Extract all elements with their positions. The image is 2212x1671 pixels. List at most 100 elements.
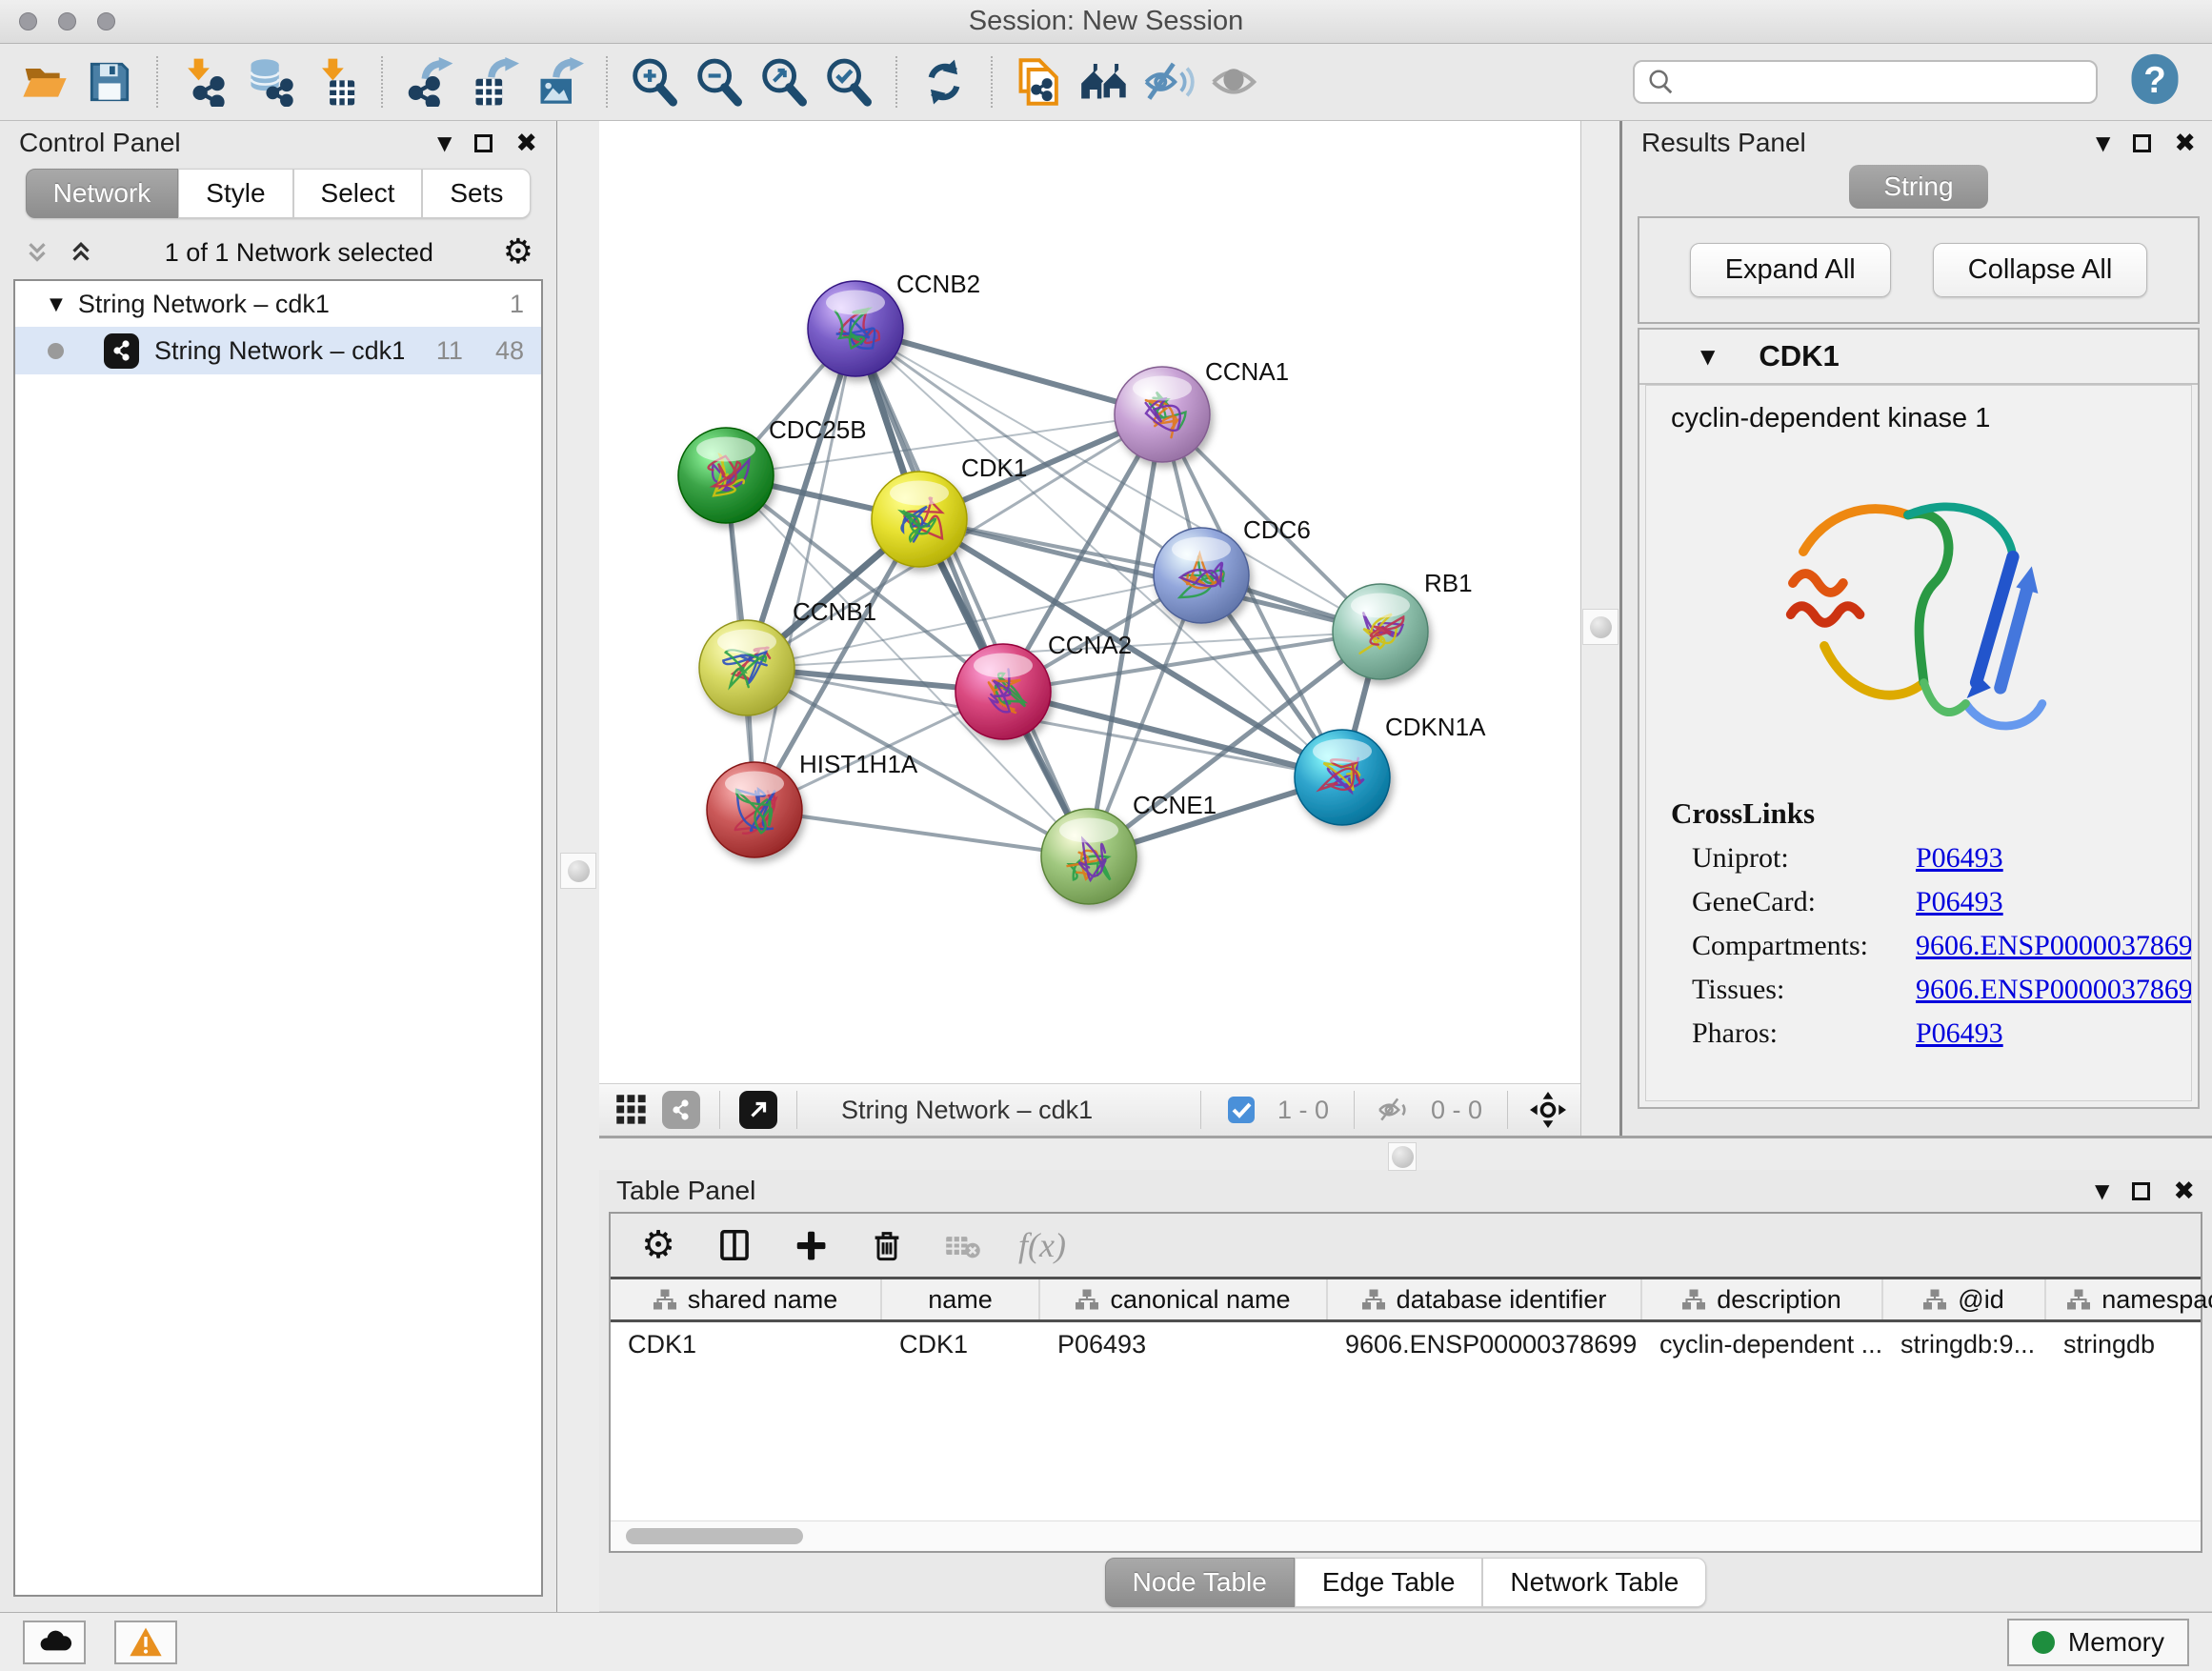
crosslink-link[interactable]: P06493 [1916, 1017, 2003, 1050]
crosslink-link[interactable]: 9606.ENSP00000378699 [1916, 930, 2192, 962]
toolbar-separator [1200, 1091, 1201, 1129]
network-options-gear-icon[interactable]: ⚙ [503, 235, 533, 270]
show-columns-button[interactable] [714, 1224, 755, 1266]
float-panel-button[interactable] [474, 134, 493, 152]
zoom-selected-button[interactable] [819, 52, 878, 111]
delete-column-button[interactable] [866, 1224, 908, 1266]
column-header-database-identifier[interactable]: database identifier [1328, 1279, 1642, 1319]
string-document-button[interactable] [1010, 52, 1069, 111]
close-panel-button[interactable]: ✖ [515, 131, 537, 156]
checkbox-checked-icon [1226, 1095, 1257, 1125]
left-splitter-handle[interactable] [560, 853, 596, 889]
collapse-all-icon[interactable] [23, 238, 51, 267]
tab-sets[interactable]: Sets [422, 169, 531, 218]
cell-shared-name: CDK1 [611, 1322, 882, 1366]
column-header-shared-name[interactable]: shared name [611, 1279, 882, 1319]
show-glass-button[interactable] [1204, 52, 1263, 111]
window-titlebar: Session: New Session [0, 0, 2212, 44]
grid-view-button[interactable] [611, 1089, 653, 1131]
tab-edge-table[interactable]: Edge Table [1295, 1558, 1483, 1607]
delete-table-button[interactable] [942, 1224, 984, 1266]
import-network-from-database-button[interactable] [240, 52, 299, 111]
tab-node-table[interactable]: Node Table [1105, 1558, 1295, 1607]
column-tree-icon [2067, 1288, 2090, 1311]
scrollbar-thumb[interactable] [626, 1528, 803, 1544]
pan-mode-button[interactable] [1527, 1089, 1569, 1131]
tab-network-table[interactable]: Network Table [1482, 1558, 1706, 1607]
memory-button[interactable]: Memory [2007, 1619, 2189, 1666]
help-button[interactable]: ? [2128, 52, 2182, 112]
zoom-out-button[interactable] [690, 52, 749, 111]
string-home-button[interactable] [1075, 52, 1134, 111]
search-input[interactable] [1684, 68, 2084, 97]
toolbar-separator [895, 56, 897, 108]
network-collection-row[interactable]: ▼ String Network – cdk1 1 [15, 281, 541, 327]
node-label-CDC6: CDC6 [1243, 515, 1311, 544]
panel-menu-icon[interactable]: ▼ [437, 131, 452, 154]
left-splitter[interactable] [557, 121, 599, 1612]
collection-expand-icon[interactable]: ▼ [50, 294, 63, 314]
crosslink-link[interactable]: P06493 [1916, 886, 2003, 918]
collapse-all-button[interactable]: Collapse All [1933, 243, 2148, 297]
network-row-selected[interactable]: String Network – cdk1 11 48 [15, 327, 541, 374]
export-table-button[interactable] [465, 52, 524, 111]
refresh-button[interactable] [915, 52, 974, 111]
entry-collapse-icon[interactable]: ▼ [1700, 345, 1715, 368]
warning-status-button[interactable] [114, 1621, 177, 1664]
column-header-id[interactable]: @id [1883, 1279, 2046, 1319]
zoom-window-button[interactable] [97, 12, 115, 30]
close-panel-button[interactable]: ✖ [2173, 1178, 2195, 1204]
node-label-CDKN1A: CDKN1A [1385, 713, 1486, 741]
float-panel-button[interactable] [2133, 134, 2151, 152]
column-header-namespace[interactable]: namespace [2046, 1279, 2212, 1319]
expand-all-button[interactable]: Expand All [1690, 243, 1891, 297]
gene-entry-header[interactable]: ▼ CDK1 [1639, 330, 2198, 385]
horizontal-splitter[interactable] [599, 1136, 2212, 1170]
results-panel-tabs: String [1622, 165, 2212, 209]
close-panel-button[interactable]: ✖ [2174, 131, 2196, 156]
hidden-elements-button[interactable] [1374, 1089, 1416, 1131]
float-panel-button[interactable] [2132, 1182, 2150, 1200]
right-splitter-handle[interactable] [1582, 609, 1619, 645]
network-selection-status: 1 of 1 Network selected [111, 238, 488, 268]
zoom-fit-button[interactable] [754, 52, 814, 111]
save-session-button[interactable] [80, 52, 139, 111]
export-image-button[interactable] [530, 52, 589, 111]
network-canvas[interactable]: CCNB2CCNA1CDC25BCDK1CDC6RB1CCNB1CCNA2CDK… [599, 121, 1580, 1083]
birdseye-view-button[interactable] [739, 1091, 777, 1129]
hide-glass-button[interactable] [1139, 52, 1198, 111]
tab-select[interactable]: Select [293, 169, 423, 218]
toolbar-separator [719, 1091, 720, 1129]
crosslink-link[interactable]: 9606.ENSP00000378699 [1916, 974, 2192, 1006]
zoom-in-button[interactable] [625, 52, 684, 111]
cloud-status-button[interactable] [23, 1621, 86, 1664]
node-label-CCNA2: CCNA2 [1048, 631, 1132, 659]
hidden-node-edge-counts: 0 - 0 [1431, 1096, 1482, 1125]
panel-menu-icon[interactable]: ▼ [2096, 131, 2110, 154]
right-splitter[interactable] [1580, 121, 1622, 1136]
tab-network[interactable]: Network [26, 169, 179, 218]
expand-all-icon[interactable] [67, 238, 95, 267]
horizontal-splitter-handle[interactable] [1388, 1142, 1417, 1171]
column-header-description[interactable]: description [1642, 1279, 1883, 1319]
table-settings-gear-icon[interactable]: ⚙ [637, 1224, 679, 1266]
import-network-from-file-button[interactable] [175, 52, 234, 111]
table-row[interactable]: CDK1 CDK1 P06493 9606.ENSP00000378699 cy… [611, 1322, 2201, 1366]
panel-menu-icon[interactable]: ▼ [2095, 1179, 2109, 1202]
selected-checkbox[interactable] [1220, 1089, 1262, 1131]
crosslink-link[interactable]: P06493 [1916, 842, 2003, 875]
function-builder-button[interactable]: f(x) [1018, 1225, 1066, 1265]
column-header-canonical-name[interactable]: canonical name [1040, 1279, 1328, 1319]
create-column-button[interactable] [790, 1224, 832, 1266]
current-network-dot [48, 343, 64, 359]
tab-style[interactable]: Style [178, 169, 292, 218]
open-session-button[interactable] [15, 52, 74, 111]
export-network-button[interactable] [400, 52, 459, 111]
import-table-from-file-button[interactable] [305, 52, 364, 111]
network-share-view-button[interactable] [662, 1091, 700, 1129]
table-horizontal-scrollbar[interactable] [611, 1520, 2201, 1551]
tab-string[interactable]: String [1849, 165, 1987, 209]
minimize-window-button[interactable] [58, 12, 76, 30]
close-window-button[interactable] [19, 12, 37, 30]
column-header-name[interactable]: name [882, 1279, 1040, 1319]
